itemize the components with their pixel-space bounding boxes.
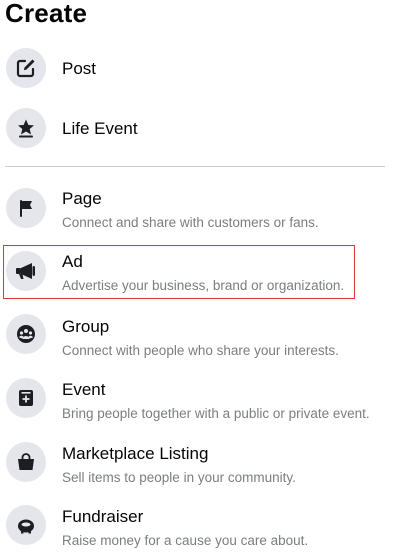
create-post-label: Post xyxy=(62,59,97,78)
create-life-event-label: Life Event xyxy=(62,119,138,138)
create-ad-item[interactable]: Ad Advertise your business, brand or org… xyxy=(0,245,400,301)
calendar-plus-icon xyxy=(6,378,46,418)
piggy-bank-icon xyxy=(6,505,46,545)
star-icon xyxy=(6,108,46,148)
create-group-label: Group xyxy=(62,317,110,336)
page-title: Create xyxy=(5,0,88,28)
create-marketplace-listing-label: Marketplace Listing xyxy=(62,444,209,463)
create-page-item[interactable]: Page Connect and share with customers or… xyxy=(0,182,400,238)
create-group-description: Connect with people who share your inter… xyxy=(62,343,339,358)
create-event-item[interactable]: Event Bring people together with a publi… xyxy=(0,372,400,428)
create-life-event-item[interactable]: Life Event xyxy=(0,100,400,156)
create-fundraiser-item[interactable]: Fundraiser Raise money for a cause you c… xyxy=(0,499,400,555)
flag-icon xyxy=(6,188,46,228)
create-ad-label: Ad xyxy=(62,252,83,271)
compose-icon xyxy=(6,48,46,88)
megaphone-icon xyxy=(6,251,46,291)
create-fundraiser-description: Raise money for a cause you care about. xyxy=(62,533,309,548)
create-fundraiser-label: Fundraiser xyxy=(62,507,144,526)
create-marketplace-listing-item[interactable]: Marketplace Listing Sell items to people… xyxy=(0,436,400,492)
shopping-bag-icon xyxy=(6,442,46,482)
section-divider xyxy=(5,166,385,167)
create-page-label: Page xyxy=(62,189,102,208)
create-event-description: Bring people together with a public or p… xyxy=(62,406,370,421)
create-page-description: Connect and share with customers or fans… xyxy=(62,215,319,230)
create-ad-description: Advertise your business, brand or organi… xyxy=(62,278,345,293)
group-icon xyxy=(6,314,46,354)
create-marketplace-listing-description: Sell items to people in your community. xyxy=(62,470,296,485)
create-group-item[interactable]: Group Connect with people who share your… xyxy=(0,308,400,364)
create-post-item[interactable]: Post xyxy=(0,40,400,96)
create-event-label: Event xyxy=(62,380,106,399)
